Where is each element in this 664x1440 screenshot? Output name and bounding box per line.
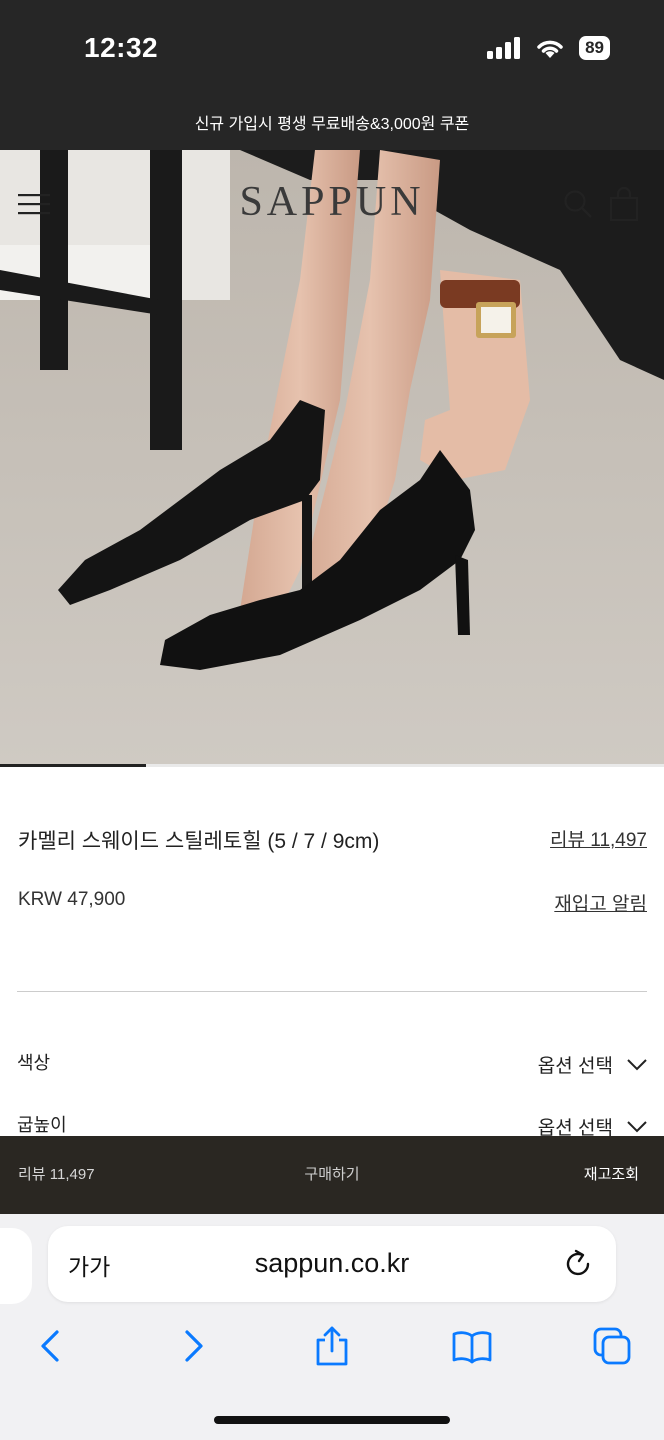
forward-icon bbox=[185, 1330, 203, 1362]
product-name: 카멜리 스웨이드 스틸레토힐 (5 / 7 / 9cm) bbox=[18, 830, 380, 853]
option-label: 굽높이 bbox=[17, 1115, 67, 1135]
review-link[interactable]: 리뷰 11,497 bbox=[550, 825, 647, 852]
reload-button[interactable] bbox=[562, 1248, 594, 1280]
product-price: KRW 47,900 bbox=[18, 889, 126, 910]
divider bbox=[17, 991, 647, 992]
tabs-button[interactable] bbox=[590, 1324, 634, 1368]
sticky-action-bar: 구매하기 리뷰 11,497 재고조회 bbox=[0, 1136, 664, 1214]
option-select[interactable]: 옵션 선택 bbox=[538, 1051, 647, 1078]
url-text[interactable]: sappun.co.kr bbox=[48, 1248, 616, 1279]
stock-check-button[interactable]: 재고조회 bbox=[584, 1136, 639, 1214]
tabs-icon bbox=[593, 1327, 631, 1365]
option-label: 색상 bbox=[17, 1053, 51, 1073]
address-bar[interactable]: 가가 sappun.co.kr bbox=[48, 1226, 616, 1302]
wifi-icon bbox=[537, 40, 563, 58]
cart-button[interactable] bbox=[608, 186, 640, 222]
share-button[interactable] bbox=[310, 1324, 354, 1368]
site-header: SAPPUN bbox=[0, 150, 664, 260]
back-icon bbox=[41, 1330, 59, 1362]
chevron-down-icon bbox=[627, 1058, 647, 1070]
bookmarks-button[interactable] bbox=[450, 1324, 494, 1368]
browser-chrome: 가가 sappun.co.kr bbox=[0, 1214, 664, 1440]
action-bar-review[interactable]: 리뷰 11,497 bbox=[18, 1136, 95, 1214]
forward-button[interactable] bbox=[170, 1324, 214, 1368]
gallery-progress-fill bbox=[0, 764, 147, 767]
home-indicator bbox=[214, 1416, 450, 1424]
previous-tab-preview[interactable] bbox=[0, 1228, 32, 1304]
option-row-color[interactable]: 색상 옵션 선택 bbox=[17, 1043, 647, 1083]
status-bar: 12:32 89 bbox=[0, 0, 664, 100]
shopping-bag-icon bbox=[609, 186, 639, 222]
product-hero-image[interactable]: SAPPUN bbox=[0, 150, 664, 766]
signal-icon bbox=[487, 37, 521, 59]
reload-icon bbox=[566, 1249, 590, 1276]
status-time: 12:32 bbox=[84, 32, 159, 63]
option-select-label: 옵션 선택 bbox=[537, 1056, 613, 1077]
browser-toolbar bbox=[0, 1324, 664, 1374]
back-button[interactable] bbox=[30, 1324, 74, 1368]
share-icon bbox=[316, 1326, 348, 1366]
gallery-progress bbox=[0, 764, 664, 767]
buy-button[interactable]: 구매하기 bbox=[0, 1136, 664, 1214]
bookmarks-icon bbox=[452, 1331, 492, 1364]
search-icon bbox=[564, 190, 592, 218]
search-button[interactable] bbox=[562, 188, 594, 220]
promo-banner[interactable]: 신규 가입시 평생 무료배송&3,000원 쿠폰 bbox=[0, 100, 664, 150]
battery-indicator: 89 bbox=[579, 36, 610, 60]
restock-alert-link[interactable]: 재입고 알림 bbox=[554, 889, 647, 916]
status-icons: 89 bbox=[487, 36, 610, 60]
chevron-down-icon bbox=[627, 1120, 647, 1132]
